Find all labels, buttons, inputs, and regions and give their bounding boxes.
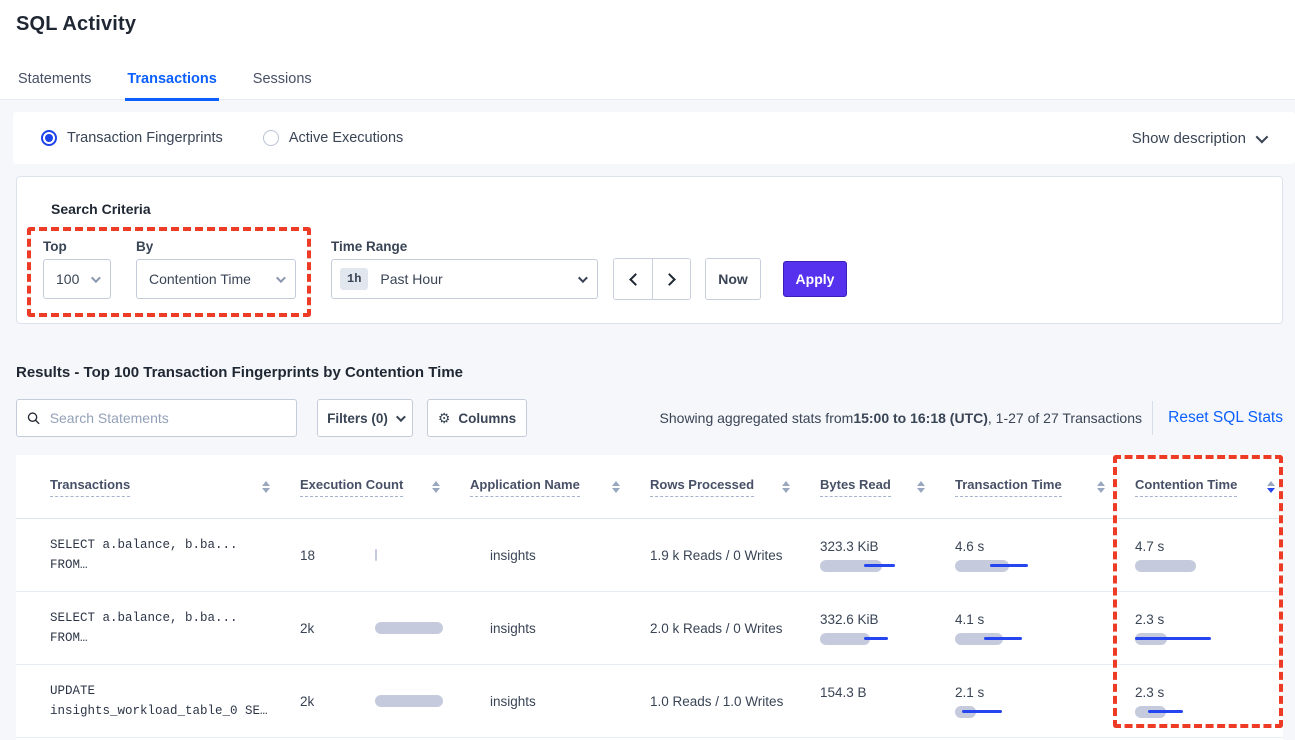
transaction-fingerprint[interactable]: SELECT a.balance, b.ba... FROM… (50, 535, 300, 575)
radio-selected-icon (41, 130, 57, 146)
column-header-transaction-time[interactable]: Transaction Time (955, 477, 1135, 497)
radio-label: Transaction Fingerprints (67, 130, 223, 146)
sort-icon[interactable] (432, 481, 440, 493)
rows-processed-cell: 2.0 k Reads / 0 Writes (650, 621, 820, 636)
chevron-down-icon (276, 273, 286, 283)
bytes-read-bar (820, 633, 870, 645)
tab-transactions[interactable]: Transactions (125, 60, 218, 101)
previous-time-button[interactable] (614, 259, 652, 299)
application-name-cell: insights (470, 548, 650, 563)
execution-count-bar (375, 622, 443, 634)
contention-time-cell: 2.3 s (1135, 612, 1283, 645)
tab-statements[interactable]: Statements (16, 60, 93, 101)
transaction-time-cell: 2.1 s (955, 685, 1135, 718)
by-label: By (136, 239, 153, 254)
transaction-fingerprint[interactable]: SELECT a.balance, b.ba... FROM… (50, 608, 300, 648)
execution-count-bar (375, 695, 443, 707)
column-header-bytes-read[interactable]: Bytes Read (820, 477, 955, 497)
chevron-right-icon (663, 273, 676, 286)
transaction-time-cell: 4.1 s (955, 612, 1135, 645)
chevron-down-icon (1256, 130, 1269, 143)
search-criteria-heading: Search Criteria (51, 201, 151, 217)
contention-time-bar (1135, 560, 1196, 572)
page-title: SQL Activity (16, 13, 136, 36)
tab-bar: Statements Transactions Sessions (0, 60, 1295, 100)
by-select[interactable]: Contention Time (136, 259, 296, 299)
application-name-cell: insights (470, 621, 650, 636)
transactions-table: Transactions Execution Count Application… (16, 455, 1283, 740)
column-header-transactions[interactable]: Transactions (50, 477, 300, 497)
transaction-fingerprint[interactable]: UPDATE insights_workload_table_0 SE… (50, 681, 300, 721)
execution-count-cell: 18 (300, 519, 470, 591)
filters-button[interactable]: Filters (0) (317, 399, 413, 437)
columns-label: Columns (458, 411, 516, 426)
sort-icon[interactable] (782, 481, 790, 493)
bytes-read-cell: 323.3 KiB (820, 539, 955, 572)
contention-time-cell: 4.7 s (1135, 539, 1283, 572)
columns-button[interactable]: ⚙ Columns (427, 399, 527, 437)
time-pager (613, 258, 691, 300)
table-row[interactable]: SELECT a.balance, b.ba... FROM… 2k insig… (16, 592, 1283, 665)
chevron-left-icon (629, 273, 642, 286)
search-icon (27, 411, 41, 426)
chevron-down-icon (578, 273, 588, 283)
search-statements-box (16, 399, 297, 437)
top-label: Top (43, 239, 67, 254)
column-header-execution-count[interactable]: Execution Count (300, 477, 470, 497)
sort-icon[interactable] (612, 481, 620, 493)
reset-sql-stats-link[interactable]: Reset SQL Stats (1168, 399, 1283, 437)
bytes-read-cell: 154.3 B (820, 685, 955, 718)
results-heading: Results - Top 100 Transaction Fingerprin… (16, 364, 463, 381)
column-header-application-name[interactable]: Application Name (470, 477, 650, 497)
rows-processed-cell: 1.0 Reads / 1.0 Writes (650, 694, 820, 709)
tab-sessions[interactable]: Sessions (251, 60, 314, 101)
column-header-contention-time[interactable]: Contention Time (1135, 477, 1283, 497)
search-criteria-card: Search Criteria Top By Time Range 100 Co… (16, 176, 1283, 324)
top-select[interactable]: 100 (43, 259, 111, 299)
view-toggle-bar: Transaction Fingerprints Active Executio… (13, 112, 1295, 164)
search-statements-input[interactable] (50, 410, 286, 426)
table-row[interactable]: SELECT a.balance, b.ba... FROM… 18 insig… (16, 519, 1283, 592)
now-button[interactable]: Now (705, 258, 761, 300)
application-name-cell: insights (470, 694, 650, 709)
sql-activity-page: SQL Activity Statements Transactions Ses… (0, 0, 1295, 740)
time-range-badge: 1h (340, 268, 368, 290)
time-range-label: Time Range (331, 239, 407, 254)
aggregated-stats-text: Showing aggregated stats from 15:00 to 1… (660, 399, 1142, 437)
execution-count-bar (375, 549, 377, 561)
table-header-row: Transactions Execution Count Application… (16, 455, 1283, 519)
rows-processed-cell: 1.9 k Reads / 0 Writes (650, 548, 820, 563)
by-select-value: Contention Time (149, 271, 251, 287)
gear-icon: ⚙ (438, 410, 451, 427)
radio-transaction-fingerprints[interactable]: Transaction Fingerprints (41, 130, 223, 146)
chevron-down-icon (91, 273, 101, 283)
time-range-value: Past Hour (380, 271, 442, 287)
sort-icon-active[interactable] (1267, 481, 1275, 493)
table-row[interactable]: UPDATE insights_workload_table_0 SE… 2k … (16, 665, 1283, 738)
toolbar-divider (1152, 401, 1153, 435)
execution-count-cell: 2k (300, 592, 470, 664)
contention-time-cell: 2.3 s (1135, 685, 1283, 718)
sort-icon[interactable] (262, 481, 270, 493)
time-range-select[interactable]: 1h Past Hour (331, 259, 598, 299)
chevron-down-icon (396, 412, 406, 422)
column-header-rows-processed[interactable]: Rows Processed (650, 477, 820, 497)
radio-label: Active Executions (289, 130, 403, 146)
execution-count-cell: 2k (300, 665, 470, 737)
results-toolbar: Filters (0) ⚙ Columns Showing aggregated… (16, 399, 1283, 437)
sort-icon[interactable] (917, 481, 925, 493)
transaction-time-cell: 4.6 s (955, 539, 1135, 572)
next-time-button[interactable] (652, 259, 690, 299)
show-description-toggle[interactable]: Show description (1132, 130, 1265, 147)
apply-button[interactable]: Apply (783, 261, 847, 297)
show-description-label: Show description (1132, 130, 1246, 147)
radio-active-executions[interactable]: Active Executions (263, 130, 403, 146)
top-select-value: 100 (56, 271, 79, 287)
radio-unselected-icon (263, 130, 279, 146)
bytes-read-cell: 332.6 KiB (820, 612, 955, 645)
page-header: SQL Activity Statements Transactions Ses… (0, 0, 1295, 100)
filters-label: Filters (0) (327, 411, 388, 426)
sort-icon[interactable] (1097, 481, 1105, 493)
